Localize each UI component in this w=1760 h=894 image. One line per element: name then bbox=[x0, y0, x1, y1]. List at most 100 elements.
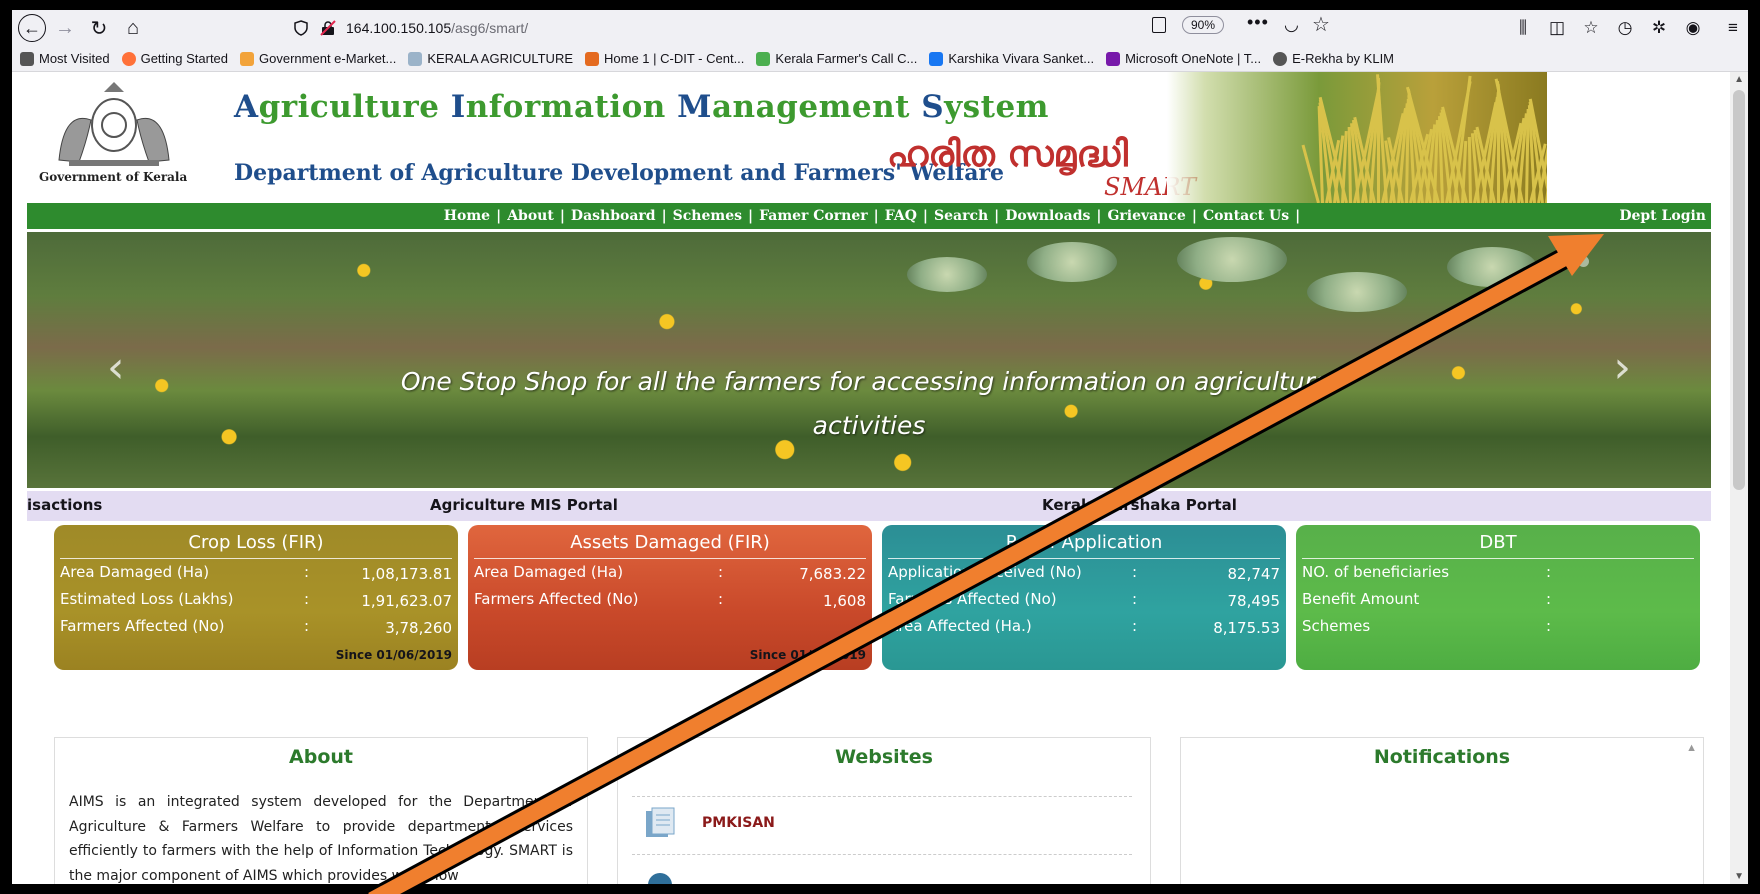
row-label: Area Damaged (Ha) bbox=[474, 563, 624, 581]
card-row: NO. of beneficiaries: bbox=[1296, 559, 1700, 586]
scroll-thumb[interactable] bbox=[1733, 90, 1745, 490]
row-label: Schemes bbox=[1302, 617, 1371, 635]
bookmark-item[interactable]: Government e-Market... bbox=[240, 51, 396, 66]
crop-loss-card[interactable]: Crop Loss (FIR) Area Damaged (Ha): 1,08,1… bbox=[54, 525, 458, 670]
main-nav: Home | About | Dashboard | Schemes | Famer Corne… bbox=[27, 203, 1711, 229]
library-icon[interactable]: ⫼ bbox=[1508, 13, 1538, 43]
row-separator: : bbox=[1546, 617, 1552, 635]
title-word: griculture bbox=[258, 89, 451, 125]
nav-item-famer-corner[interactable]: Famer Corner bbox=[753, 208, 874, 224]
browser-toolbar: ← → ↻ ⌂ 164.100.150.105/asg6/smart/ 90% … bbox=[12, 10, 1748, 46]
site-title: Agriculture Information Management Syste… bbox=[234, 89, 1049, 125]
ticker-item[interactable]: isactions bbox=[27, 496, 102, 514]
row-value: 1,91,623.07 bbox=[361, 592, 452, 610]
facebook-icon bbox=[929, 51, 944, 66]
reader-view-icon[interactable] bbox=[1152, 17, 1166, 33]
row-label: Benefit Amount bbox=[1302, 590, 1420, 608]
row-separator: : bbox=[718, 563, 724, 581]
shield-icon[interactable] bbox=[292, 19, 310, 37]
card-row: Benefit Amount: bbox=[1296, 586, 1700, 613]
forward-icon[interactable]: → bbox=[50, 13, 80, 43]
nav-item-dashboard[interactable]: Dashboard bbox=[565, 208, 662, 224]
row-label: Area Damaged (Ha) bbox=[60, 563, 210, 581]
website-link[interactable] bbox=[632, 854, 1132, 884]
bookmark-item[interactable]: Getting Started bbox=[121, 51, 229, 66]
scroll-up-icon[interactable]: ▲ bbox=[1734, 74, 1744, 85]
header-paddy-photo bbox=[1167, 72, 1547, 203]
zoom-level-badge[interactable]: 90% bbox=[1182, 16, 1225, 34]
row-label: Estimated Loss (Lakhs) bbox=[60, 590, 234, 608]
panel-scroll-up-icon[interactable]: ▲ bbox=[1686, 742, 1697, 754]
bookmark-item[interactable]: Karshika Vivara Sanket... bbox=[929, 51, 1094, 66]
slider-dot[interactable] bbox=[1563, 256, 1574, 267]
bookmark-label: Microsoft OneNote | T... bbox=[1125, 51, 1262, 66]
row-value: 82,747 bbox=[1227, 565, 1281, 583]
bookmark-item[interactable]: KERALA AGRICULTURE bbox=[408, 51, 573, 66]
about-text: AIMS is an integrated system developed f… bbox=[69, 794, 573, 884]
account-icon[interactable]: ◉ bbox=[1678, 13, 1708, 43]
since-date: Since 01/06/2019 bbox=[335, 648, 452, 662]
slide-caption-line: activities bbox=[812, 411, 926, 440]
title-word: nformation bbox=[465, 89, 678, 125]
hero-slider: ‹ › One Stop Shop for all the farmers fo… bbox=[27, 232, 1711, 488]
bookmark-item[interactable]: Kerala Farmer's Call C... bbox=[756, 51, 917, 66]
row-value: 7,683.22 bbox=[799, 565, 866, 583]
history-icon[interactable]: ◷ bbox=[1610, 13, 1640, 43]
nav-item-home[interactable]: Home bbox=[438, 208, 496, 224]
bookmark-label: Getting Started bbox=[140, 51, 229, 66]
reload-icon[interactable]: ↻ bbox=[84, 13, 114, 43]
relief-application-card[interactable]: Relief Application Application Received … bbox=[882, 525, 1286, 670]
extensions-icon[interactable]: ✲ bbox=[1644, 13, 1674, 43]
bookmark-item[interactable]: Home 1 | C-DIT - Cent... bbox=[585, 51, 744, 66]
pocket-icon[interactable]: ◡ bbox=[1284, 15, 1299, 35]
card-row: Schemes: bbox=[1296, 613, 1700, 640]
nav-separator: | bbox=[1295, 208, 1301, 224]
back-icon[interactable]: ← bbox=[18, 14, 46, 42]
bookmark-item[interactable]: Microsoft OneNote | T... bbox=[1106, 51, 1261, 66]
website-link[interactable]: PMKISAN bbox=[632, 796, 1132, 846]
nav-item-schemes[interactable]: Schemes bbox=[667, 208, 748, 224]
nav-item-about[interactable]: About bbox=[501, 208, 560, 224]
url-path: /asg6/smart/ bbox=[451, 20, 529, 36]
card-title: Assets Damaged (FIR) bbox=[474, 525, 866, 559]
home-icon[interactable]: ⌂ bbox=[118, 13, 148, 43]
nav-item-faq[interactable]: FAQ bbox=[879, 208, 923, 224]
bookmark-item[interactable]: E-Rekha by KLIM bbox=[1273, 51, 1394, 66]
slide-decoration bbox=[1307, 272, 1407, 312]
bookmarks-menu-icon[interactable]: ☆ bbox=[1576, 13, 1606, 43]
menu-icon[interactable]: ≡ bbox=[1718, 13, 1748, 43]
slide-caption-line: One Stop Shop for all the farmers for ac… bbox=[400, 367, 1338, 396]
nav-item-search[interactable]: Search bbox=[928, 208, 994, 224]
bookmark-item[interactable]: Most Visited bbox=[20, 51, 110, 66]
malayalam-tagline: ഹരിത സമൃദ്ധി bbox=[887, 134, 1128, 175]
slide-decoration bbox=[1447, 247, 1537, 287]
sidebar-icon[interactable]: ◫ bbox=[1542, 13, 1572, 43]
page-scrollbar[interactable]: ▲ ▼ bbox=[1730, 72, 1748, 884]
gear-icon bbox=[20, 51, 34, 66]
dept-login-link[interactable]: Dept Login bbox=[1619, 208, 1706, 224]
nav-item-downloads[interactable]: Downloads bbox=[999, 208, 1096, 224]
slide-decoration bbox=[1177, 237, 1287, 282]
dbt-card[interactable]: DBT NO. of beneficiaries: Benefit Amount:… bbox=[1296, 525, 1700, 670]
bookmark-label: Karshika Vivara Sanket... bbox=[948, 51, 1095, 66]
card-row: Application Received (No): 82,747 bbox=[882, 559, 1286, 586]
row-separator: : bbox=[304, 563, 310, 581]
bookmark-star-icon[interactable]: ☆ bbox=[1312, 12, 1330, 37]
nav-item-contact-us[interactable]: Contact Us bbox=[1197, 208, 1295, 224]
card-title: Relief Application bbox=[888, 525, 1280, 559]
page-actions-icon[interactable]: ••• bbox=[1247, 12, 1269, 33]
ticker-item[interactable]: Agriculture MIS Portal bbox=[430, 496, 618, 514]
assets-damaged-card[interactable]: Assets Damaged (FIR) Area Damaged (Ha): 7… bbox=[468, 525, 872, 670]
bookmark-label: Kerala Farmer's Call C... bbox=[775, 51, 918, 66]
card-row: Farmer's Affected (No): 78,495 bbox=[882, 586, 1286, 613]
nav-item-grievance[interactable]: Grievance bbox=[1101, 208, 1191, 224]
row-separator: : bbox=[304, 617, 310, 635]
ticker-item[interactable]: Kerala Karshaka Portal bbox=[1042, 496, 1237, 514]
notifications-panel: Notifications ▲ bbox=[1180, 737, 1704, 884]
row-value: 3,78,260 bbox=[385, 619, 452, 637]
slide-decoration bbox=[907, 257, 987, 292]
insecure-lock-icon[interactable] bbox=[320, 20, 336, 36]
slider-dot[interactable] bbox=[1578, 256, 1589, 267]
slide-decoration bbox=[1027, 242, 1117, 282]
scroll-down-icon[interactable]: ▼ bbox=[1734, 871, 1744, 882]
